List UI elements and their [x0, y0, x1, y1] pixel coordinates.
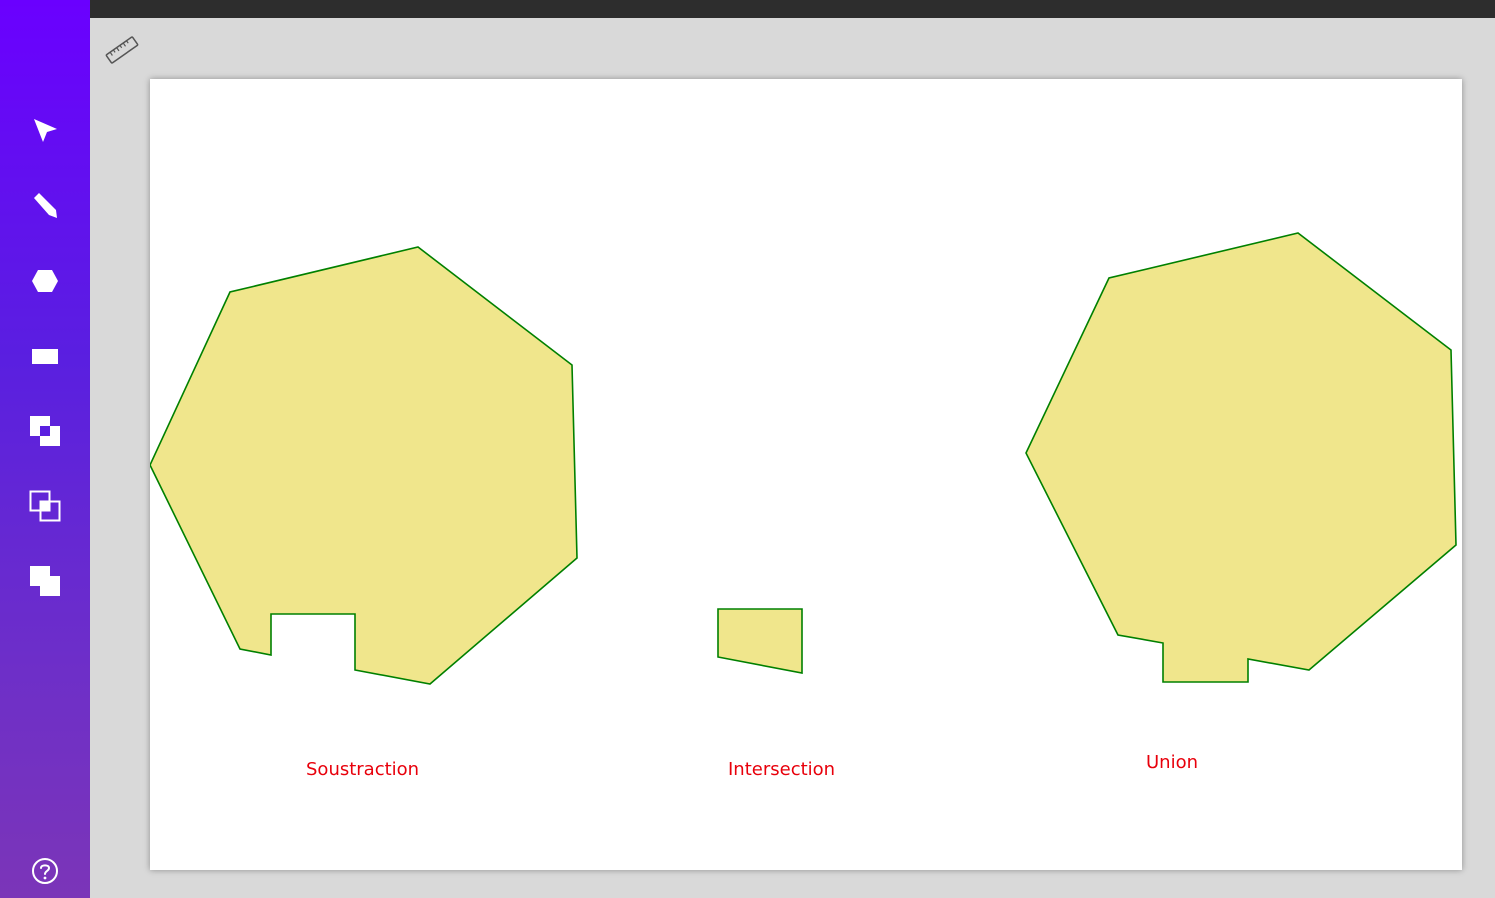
subtract-tool-button[interactable]	[20, 406, 70, 456]
shapes-layer	[150, 232, 1457, 685]
ruler-button[interactable]	[104, 32, 140, 68]
pen-tool-button[interactable]	[20, 181, 70, 231]
union-caption: Union	[1146, 752, 1199, 773]
intersection-result-shape[interactable]	[717, 608, 803, 674]
intersect-tool-button[interactable]	[20, 481, 70, 531]
polygon-tool-button[interactable]	[20, 256, 70, 306]
cursor-icon	[34, 119, 57, 142]
intersection-caption: Intersection	[728, 759, 836, 780]
top-bar	[90, 0, 1495, 18]
subtract-icon	[30, 416, 60, 446]
rectangle-icon	[32, 349, 58, 364]
ruler-icon	[105, 36, 139, 64]
tool-sidebar	[0, 0, 90, 898]
drawing-canvas[interactable]: Soustraction Intersection Union	[150, 79, 1462, 870]
subtraction-caption: Soustraction	[306, 759, 420, 780]
subtraction-result-shape[interactable]	[150, 246, 578, 685]
help-icon	[32, 858, 58, 884]
hexagon-icon	[32, 270, 58, 292]
union-tool-button[interactable]	[20, 556, 70, 606]
union-icon	[30, 566, 60, 596]
pen-icon	[34, 193, 57, 218]
rectangle-tool-button[interactable]	[20, 331, 70, 381]
help-button[interactable]	[20, 846, 70, 896]
select-tool-button[interactable]	[20, 106, 70, 156]
union-result-shape[interactable]	[1025, 232, 1457, 683]
intersect-icon	[29, 490, 61, 522]
